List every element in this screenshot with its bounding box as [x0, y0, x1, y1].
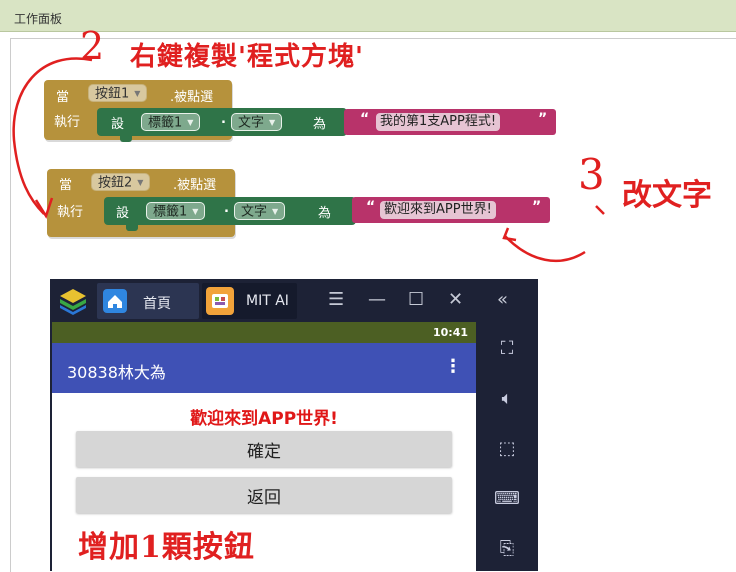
when-keyword: 當	[56, 90, 70, 105]
emulator-tab-bar: 首頁 MIT AI ☰ — ☐ ✕ «	[50, 279, 538, 322]
target-dropdown-label1[interactable]: 標籤1 ▼	[141, 113, 201, 131]
maximize-icon[interactable]: ☐	[408, 289, 424, 310]
to-keyword: 為	[313, 117, 327, 132]
do-keyword: 執行	[54, 115, 81, 130]
tab-mit-label: MIT AI	[246, 293, 289, 309]
status-time: 10:41	[432, 326, 468, 339]
open-quote-icon: “	[366, 199, 376, 215]
set-label-text-block-2[interactable]: 設 標籤1 ▼ . 文字 ▼ 為	[104, 197, 356, 225]
chevron-down-icon: ▼	[192, 207, 199, 216]
screenshot-icon[interactable]: ⎘	[494, 536, 520, 562]
annotation-step3-number: 3	[578, 150, 605, 199]
property-dropdown-text[interactable]: 文字 ▼	[231, 113, 283, 131]
event-name: .被點選	[170, 90, 214, 105]
block-notch	[126, 225, 138, 231]
collapse-sidebar-icon[interactable]: «	[497, 289, 508, 310]
set-keyword: 設	[116, 206, 130, 221]
app-bar: 30838林大為 ⋮	[52, 343, 476, 393]
keyboard-icon[interactable]: ⌨	[494, 486, 520, 512]
property-dropdown-text[interactable]: 文字 ▼	[234, 202, 286, 220]
mit-app-inventor-icon	[206, 287, 234, 315]
emulator-side-toolbar: ⛶ 🔈︎ ⬚ ⌨ ⎘	[476, 322, 538, 571]
chevron-down-icon: ▼	[187, 118, 194, 127]
do-keyword: 執行	[57, 205, 84, 220]
set-label-text-block-1[interactable]: 設 標籤1 ▼ . 文字 ▼ 為	[97, 108, 347, 136]
to-keyword: 為	[318, 206, 332, 221]
text-value-1[interactable]: 我的第1支APP程式!	[376, 113, 501, 131]
status-bar: 10:41	[52, 322, 476, 343]
close-quote-icon: ”	[532, 199, 542, 215]
minimize-icon[interactable]: —	[368, 289, 386, 310]
menu-icon[interactable]: ☰	[328, 289, 344, 310]
annotation-step3-text: 改文字	[622, 178, 712, 213]
home-app-icon	[103, 289, 127, 313]
close-icon[interactable]: ✕	[448, 289, 463, 310]
tab-home[interactable]: 首頁	[97, 283, 199, 319]
component-dropdown-button2[interactable]: 按鈕2 ▼	[91, 173, 151, 191]
button2-back[interactable]: 返回	[76, 477, 452, 513]
component-dropdown-button1[interactable]: 按鈕1 ▼	[88, 84, 148, 102]
text-block-2[interactable]: “ 歡迎來到APP世界! ”	[352, 197, 550, 223]
fullscreen-icon[interactable]: ⛶	[494, 336, 520, 362]
event-name: .被點選	[173, 178, 217, 193]
when-keyword: 當	[59, 178, 73, 193]
workspace-header: 工作面板	[0, 0, 736, 32]
chevron-down-icon: ▼	[272, 207, 279, 216]
workspace-title: 工作面板	[14, 12, 63, 26]
annotation-step1-text: 增加1顆按鈕	[78, 530, 255, 565]
text-block-1[interactable]: “ 我的第1支APP程式! ”	[344, 109, 556, 135]
annotation-step2-text: 右鍵複製'程式方塊'	[130, 42, 364, 72]
chevron-down-icon: ▼	[137, 178, 144, 187]
dot-separator: .	[221, 112, 226, 127]
bluestacks-logo-icon	[60, 289, 86, 315]
button1-confirm[interactable]: 確定	[76, 431, 452, 467]
overflow-menu-icon[interactable]: ⋮	[444, 356, 462, 377]
annotation-step2-number: 2	[80, 24, 105, 68]
block-notch	[120, 136, 132, 142]
set-keyword: 設	[111, 117, 125, 132]
target-dropdown-label1[interactable]: 標籤1 ▼	[146, 202, 206, 220]
text-value-2[interactable]: 歡迎來到APP世界!	[380, 201, 496, 219]
dot-separator: .	[224, 201, 229, 216]
volume-icon[interactable]: 🔈︎	[494, 386, 520, 412]
close-quote-icon: ”	[538, 111, 548, 127]
app-title: 30838林大為	[67, 363, 166, 382]
tab-home-label: 首頁	[143, 296, 171, 312]
tab-mit-ai[interactable]: MIT AI	[202, 283, 297, 319]
pointer-select-icon[interactable]: ⬚	[494, 436, 520, 462]
chevron-down-icon: ▼	[269, 118, 276, 127]
chevron-down-icon: ▼	[134, 89, 141, 98]
label1: 歡迎來到APP世界!	[190, 409, 338, 429]
open-quote-icon: “	[360, 111, 370, 127]
